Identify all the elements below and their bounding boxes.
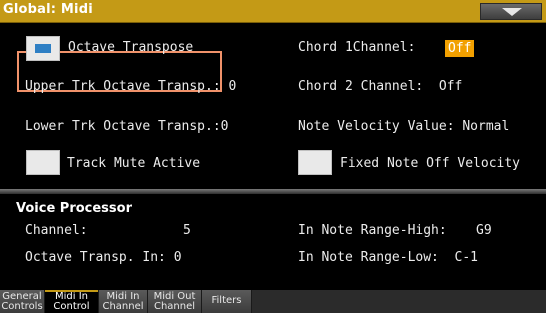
tab-midi-out-channel[interactable]: Midi Out Channel bbox=[148, 290, 202, 313]
track-mute-active-checkbox[interactable] bbox=[26, 150, 60, 175]
tab-label-line1: Filters bbox=[211, 295, 242, 306]
page-title: Global: Midi bbox=[3, 2, 93, 17]
fixed-note-off-velocity-label: Fixed Note Off Velocity bbox=[340, 156, 521, 171]
vp-channel-value[interactable]: 5 bbox=[183, 223, 191, 238]
vp-note-range-high-label: In Note Range-High: bbox=[298, 223, 447, 238]
tab-label-line2: Control bbox=[53, 301, 90, 312]
track-mute-active-label: Track Mute Active bbox=[67, 156, 201, 171]
page-menu-button[interactable] bbox=[480, 3, 542, 20]
vp-note-range-low[interactable]: In Note Range-Low: C-1 bbox=[298, 250, 478, 265]
vp-octave-transp-in[interactable]: Octave Transp. In: 0 bbox=[25, 250, 182, 265]
checkbox-checked-mark bbox=[35, 44, 51, 53]
title-bar: Global: Midi bbox=[0, 0, 546, 23]
tab-general-controls[interactable]: General Controls bbox=[0, 290, 45, 313]
chord1-channel-label: Chord 1Channel: bbox=[298, 40, 416, 55]
tab-bar: General Controls Midi In Control Midi In… bbox=[0, 290, 546, 313]
vp-channel-label: Channel: bbox=[25, 223, 88, 238]
midi-in-control-panel: Octave Transpose Upper Trk Octave Transp… bbox=[2, 23, 544, 189]
voice-processor-section: Voice Processor Channel: 5 Octave Transp… bbox=[0, 194, 546, 290]
octave-transpose-checkbox[interactable] bbox=[26, 36, 60, 61]
fixed-note-off-velocity-checkbox[interactable] bbox=[298, 150, 332, 175]
chevron-down-icon bbox=[502, 8, 522, 16]
voice-processor-heading: Voice Processor bbox=[16, 201, 132, 216]
tab-filters[interactable]: Filters bbox=[202, 290, 252, 313]
tab-label-line2: Channel bbox=[102, 301, 144, 312]
upper-trk-octave-transp[interactable]: Upper Trk Octave Transp.: 0 bbox=[25, 79, 236, 94]
tab-midi-in-channel[interactable]: Midi In Channel bbox=[99, 290, 148, 313]
midi-settings-screen: Global: Midi Octave Transpose Upper Trk … bbox=[0, 0, 546, 313]
tab-midi-in-control[interactable]: Midi In Control bbox=[45, 290, 99, 313]
tab-label-line2: Controls bbox=[1, 301, 43, 312]
vp-note-range-high-value[interactable]: G9 bbox=[476, 223, 492, 238]
note-velocity-value[interactable]: Note Velocity Value: Normal bbox=[298, 119, 509, 134]
octave-transpose-label: Octave Transpose bbox=[68, 40, 194, 55]
chord1-channel-value[interactable]: Off bbox=[445, 40, 475, 57]
chord2-channel[interactable]: Chord 2 Channel: Off bbox=[298, 79, 462, 94]
tab-label-line2: Channel bbox=[153, 301, 196, 312]
lower-trk-octave-transp[interactable]: Lower Trk Octave Transp.:0 bbox=[25, 119, 229, 134]
